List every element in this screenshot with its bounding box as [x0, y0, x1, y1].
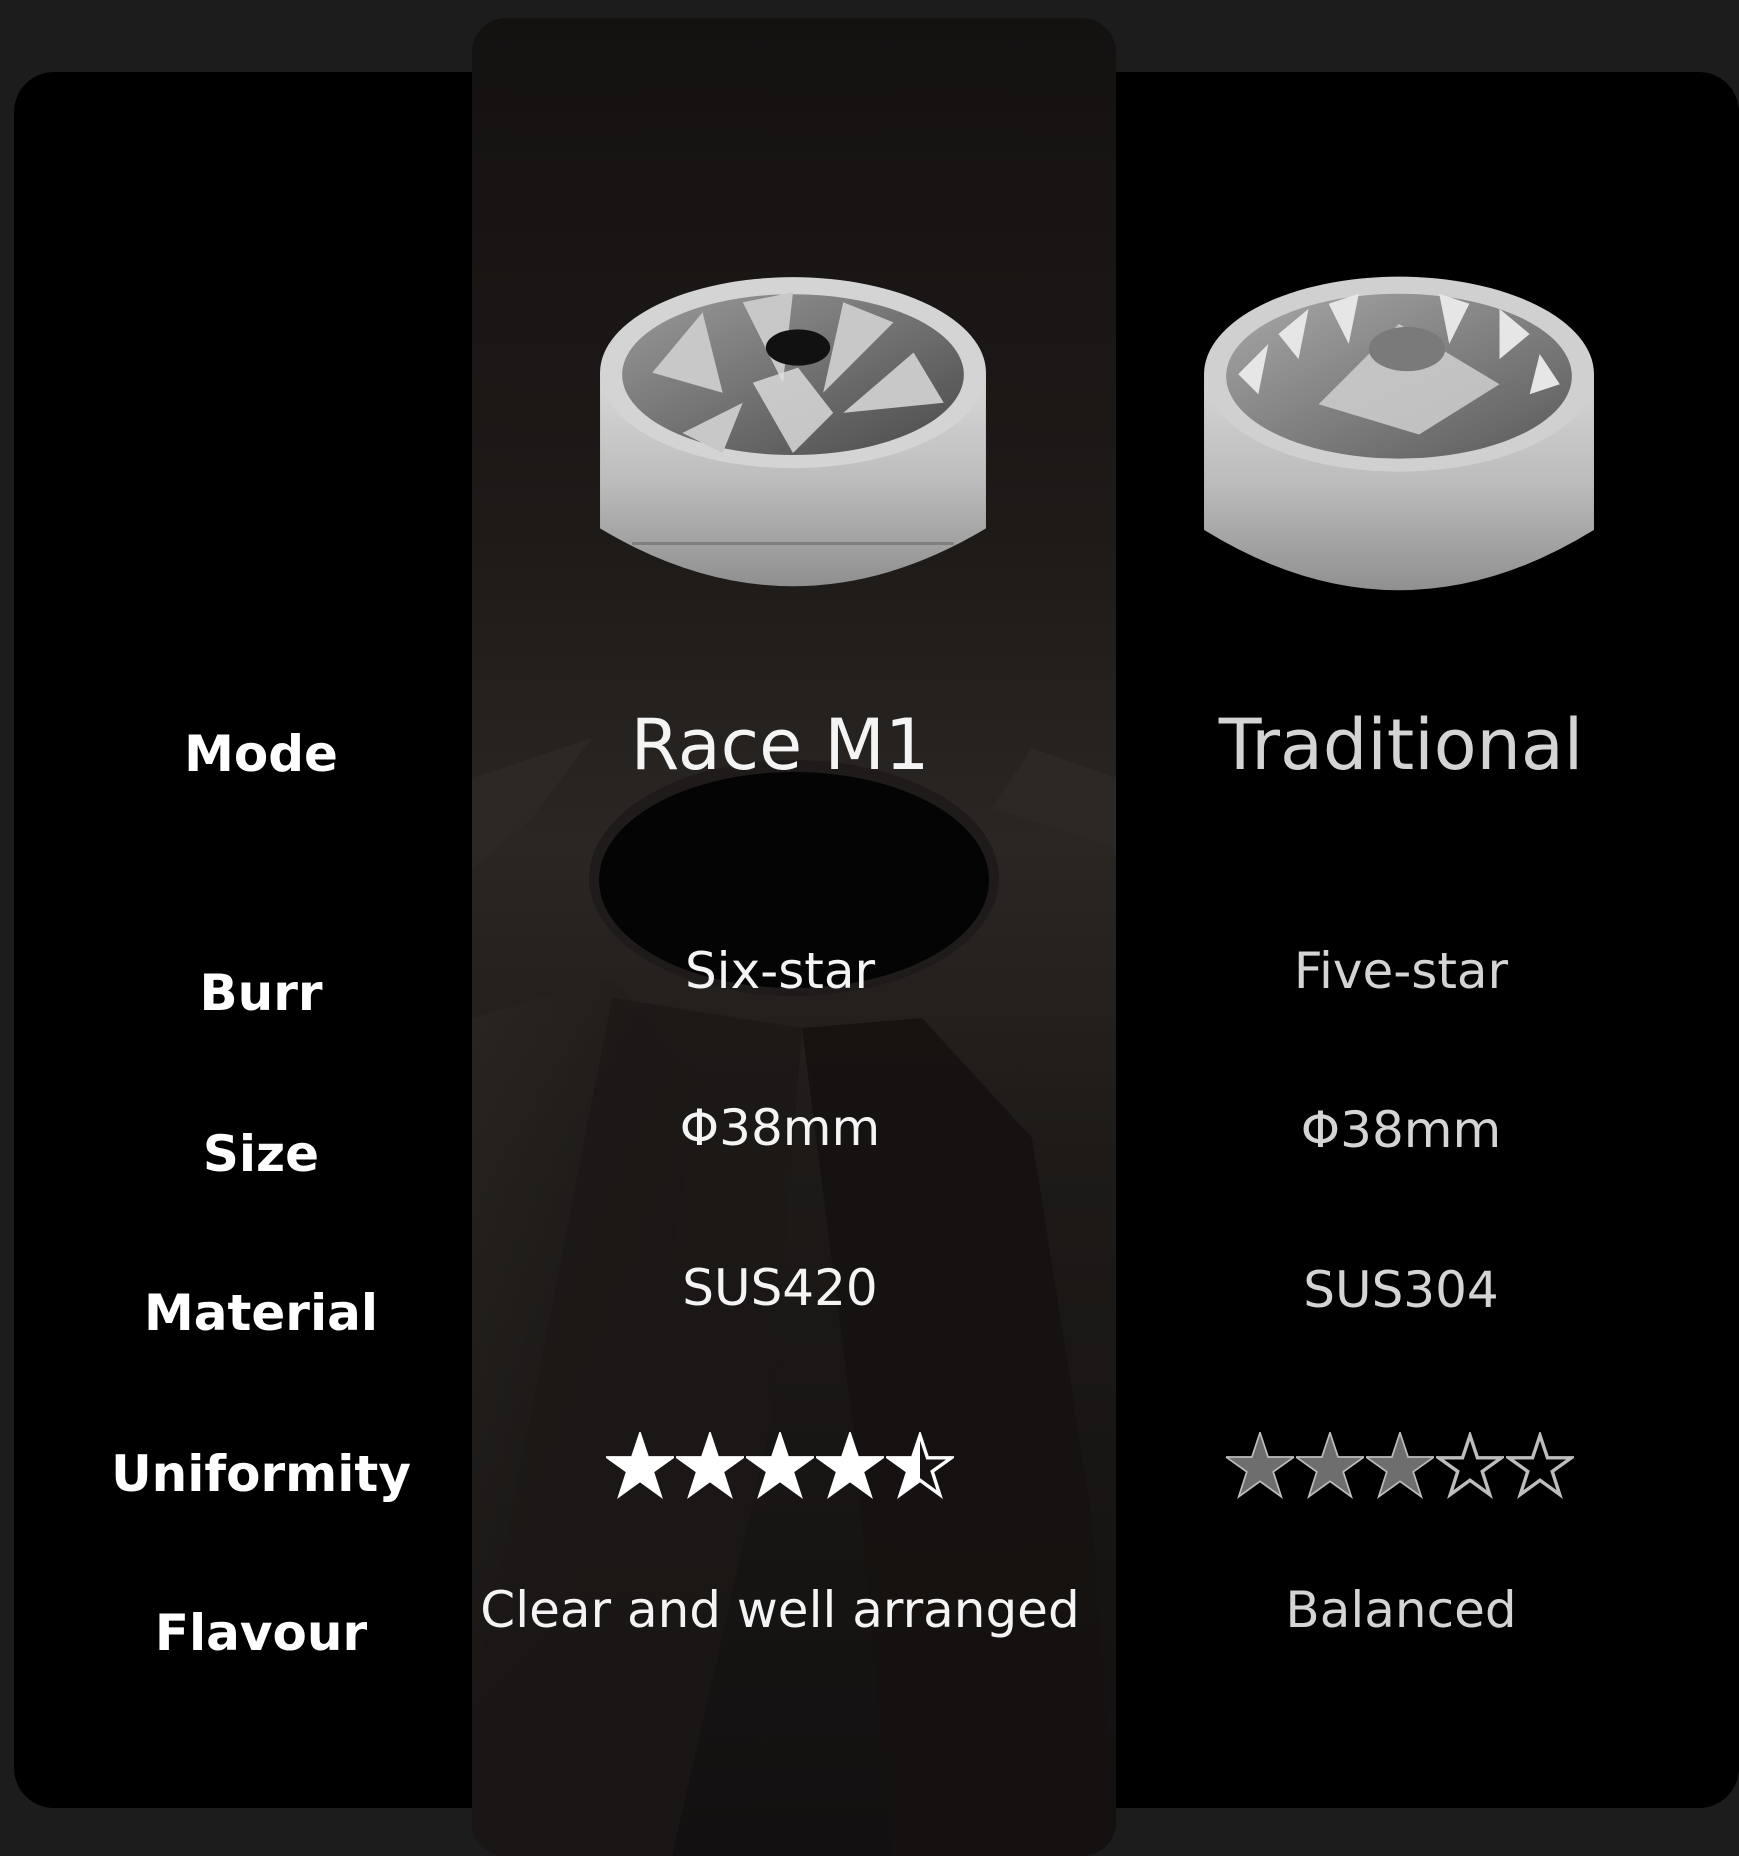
- label-material: Material: [144, 1284, 378, 1342]
- star-filled-icon: [606, 1432, 674, 1499]
- traditional-title: Traditional: [1218, 704, 1584, 786]
- label-burr: Burr: [199, 964, 323, 1022]
- race-m1-title: Race M1: [630, 704, 930, 786]
- traditional-burr: Five-star: [1293, 942, 1509, 1000]
- race-m1-material: SUS420: [682, 1259, 878, 1317]
- traditional-size: Φ38mm: [1300, 1101, 1502, 1159]
- traditional-uniformity-rating: [1226, 1432, 1574, 1500]
- label-flavour: Flavour: [154, 1604, 368, 1662]
- star-half-icon: [886, 1432, 954, 1499]
- traditional-burr-image: [1204, 276, 1594, 591]
- race-m1-flavour: Clear and well arranged: [480, 1581, 1080, 1639]
- race-m1-burr-image: [600, 277, 986, 587]
- race-m1-size: Φ38mm: [679, 1099, 881, 1157]
- race-m1-burr: Six-star: [684, 942, 876, 1000]
- star-filled-icon: [746, 1432, 814, 1499]
- traditional-flavour: Balanced: [1285, 1581, 1517, 1639]
- star-outline-icon: [1436, 1432, 1504, 1499]
- star-filled-icon: [1366, 1432, 1434, 1499]
- race-m1-uniformity-rating: [606, 1432, 954, 1500]
- star-filled-icon: [1226, 1432, 1294, 1499]
- star-filled-icon: [1296, 1432, 1364, 1499]
- star-filled-icon: [676, 1432, 744, 1499]
- label-mode: Mode: [184, 725, 338, 783]
- label-size: Size: [202, 1125, 320, 1183]
- label-uniformity: Uniformity: [111, 1445, 411, 1503]
- traditional-material: SUS304: [1303, 1261, 1499, 1319]
- star-filled-icon: [816, 1432, 884, 1499]
- comparison-page: Mode Burr Size Material Uniformity Flavo…: [0, 0, 1739, 1856]
- star-outline-icon: [1506, 1432, 1574, 1499]
